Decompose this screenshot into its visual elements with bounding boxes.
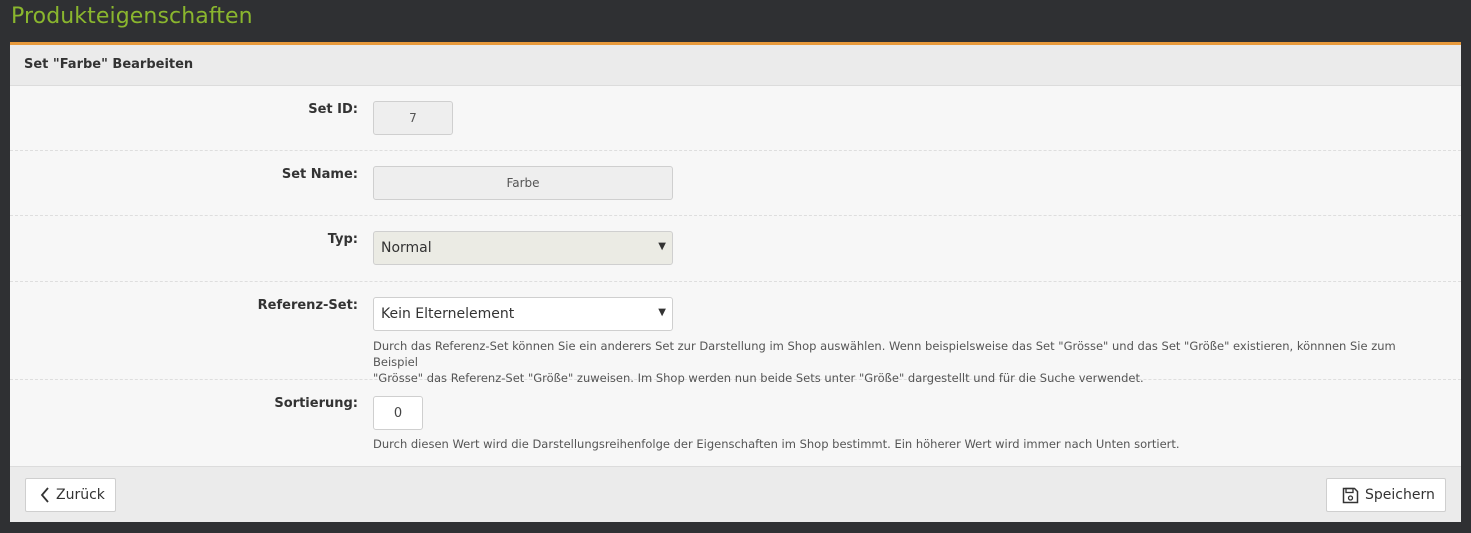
sortierung-input[interactable]: 0 bbox=[373, 396, 423, 430]
set-name-field: Farbe bbox=[373, 166, 673, 200]
panel-footer: Zurück Speichern bbox=[10, 466, 1461, 522]
typ-select: Normal ▼ bbox=[373, 231, 673, 265]
sortierung-label: Sortierung: bbox=[274, 396, 358, 411]
caret-down-icon: ▼ bbox=[658, 307, 666, 318]
referenz-set-select-value: Kein Elternelement bbox=[381, 306, 515, 322]
form-row-set-id: Set ID: 7 bbox=[10, 86, 1461, 151]
floppy-disk-icon bbox=[1342, 487, 1359, 504]
back-button[interactable]: Zurück bbox=[25, 478, 116, 512]
sortierung-help: Durch diesen Wert wird die Darstellungsr… bbox=[373, 437, 1180, 451]
referenz-set-help: Durch das Referenz-Set können Sie ein an… bbox=[373, 338, 1433, 386]
typ-label: Typ: bbox=[327, 232, 358, 247]
form-row-set-name: Set Name: Farbe bbox=[10, 151, 1461, 216]
typ-select-value: Normal bbox=[381, 240, 432, 256]
form-row-sortierung: Sortierung: 0 Durch diesen Wert wird die… bbox=[10, 380, 1461, 466]
set-id-field: 7 bbox=[373, 101, 453, 135]
form-row-typ: Typ: Normal ▼ bbox=[10, 216, 1461, 282]
referenz-set-help-line-1: Durch das Referenz-Set können Sie ein an… bbox=[373, 339, 1396, 369]
set-name-label: Set Name: bbox=[281, 167, 358, 182]
set-id-label: Set ID: bbox=[308, 102, 358, 117]
edit-set-panel: Set "Farbe" Bearbeiten Set ID: 7 Set Nam… bbox=[10, 42, 1461, 522]
referenz-set-label: Referenz-Set: bbox=[257, 298, 358, 313]
save-button-label: Speichern bbox=[1365, 487, 1435, 503]
form-row-referenz-set: Referenz-Set: Kein Elternelement ▼ Durch… bbox=[10, 282, 1461, 385]
back-button-label: Zurück bbox=[56, 487, 105, 503]
chevron-left-icon bbox=[40, 487, 50, 503]
referenz-set-select[interactable]: Kein Elternelement ▼ bbox=[373, 297, 673, 331]
save-button[interactable]: Speichern bbox=[1326, 478, 1446, 512]
page-title: Produkteigenschaften bbox=[11, 4, 253, 29]
caret-down-icon: ▼ bbox=[658, 241, 666, 252]
panel-title: Set "Farbe" Bearbeiten bbox=[10, 45, 1461, 86]
